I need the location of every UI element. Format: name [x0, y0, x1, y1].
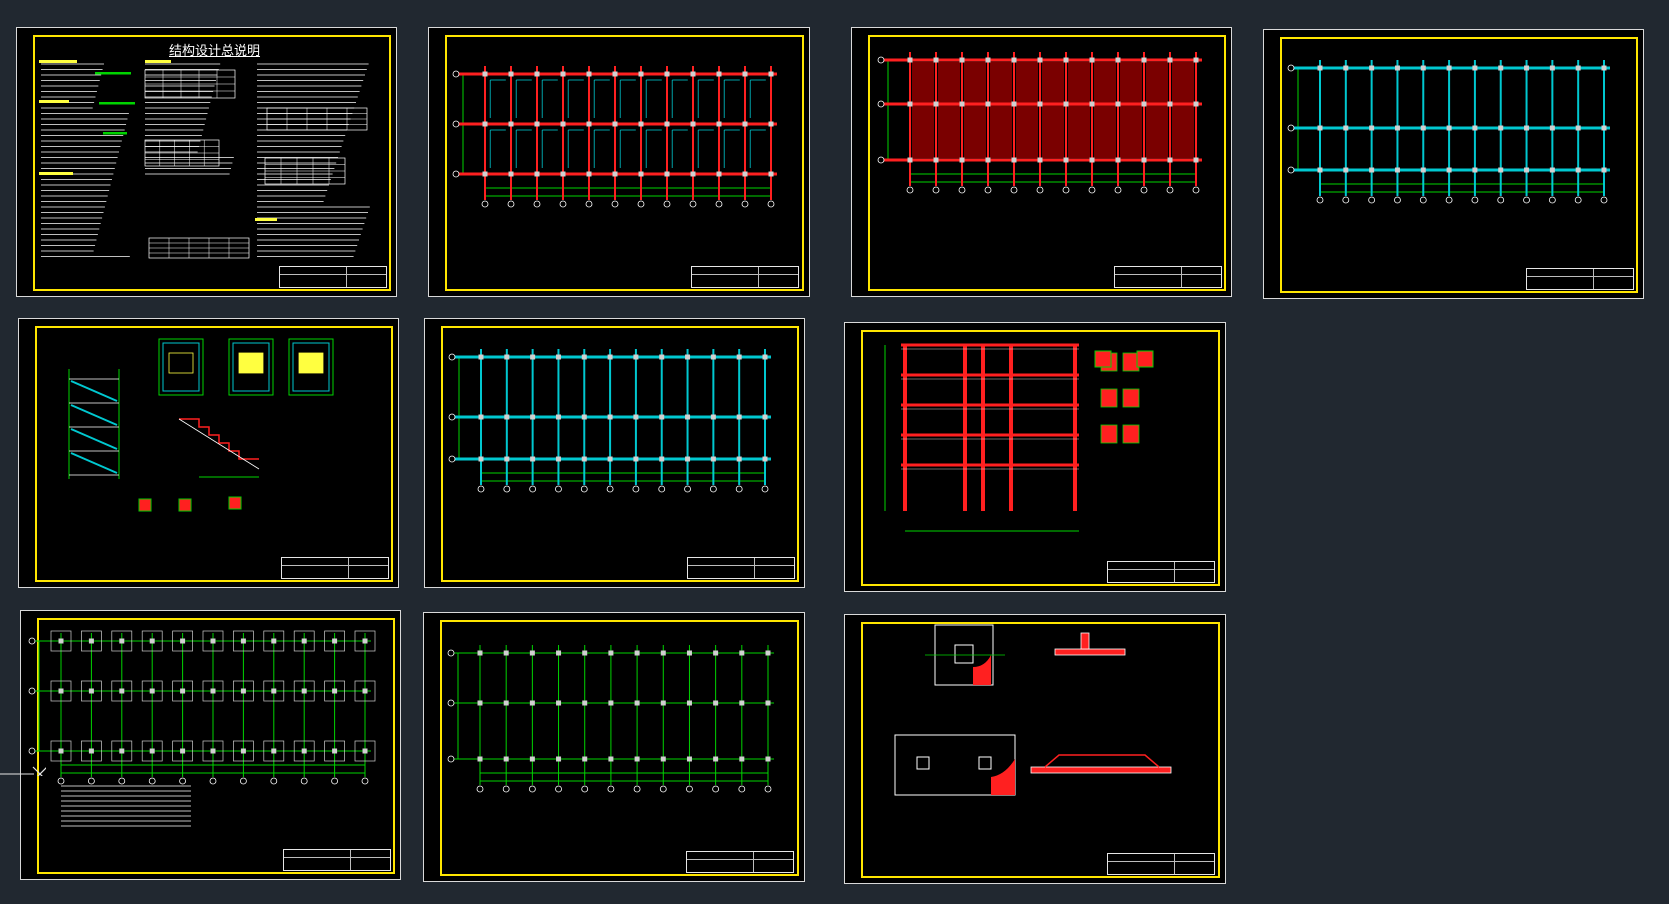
title-block — [691, 266, 799, 288]
sheet-drawing — [894, 624, 1172, 796]
drawing-sheet-3[interactable] — [851, 27, 1232, 297]
drawing-sheet-8[interactable] — [20, 610, 401, 880]
sheet-drawing — [39, 60, 370, 259]
title-block — [279, 266, 387, 288]
sheet-drawing — [1287, 60, 1610, 204]
drawing-sheet-9[interactable] — [423, 612, 805, 882]
title-block — [1526, 268, 1634, 290]
drawing-sheet-6[interactable] — [424, 318, 805, 588]
sheet-drawing — [447, 645, 774, 793]
drawing-sheet-4[interactable] — [1263, 29, 1644, 299]
drawing-sheet-7[interactable] — [844, 322, 1226, 592]
sheet-drawing — [452, 66, 777, 208]
sheet-drawing — [68, 338, 334, 512]
sheet-drawing — [877, 52, 1202, 194]
drawing-sheet-2[interactable] — [428, 27, 810, 297]
sheet-drawing — [884, 343, 1154, 532]
drawing-sheet-1[interactable]: 结构设计总说明 — [16, 27, 397, 297]
title-block — [1114, 266, 1222, 288]
title-block — [686, 851, 794, 873]
title-block — [1107, 561, 1215, 583]
sheet-drawing — [448, 349, 771, 493]
title-block — [1107, 853, 1215, 875]
title-block — [687, 557, 795, 579]
drawing-sheet-5[interactable] — [18, 318, 399, 588]
crosshair-cursor-icon — [0, 766, 46, 776]
title-block — [281, 557, 389, 579]
title-block — [283, 849, 391, 871]
sheet-drawing — [28, 630, 376, 827]
drawing-sheet-10[interactable] — [844, 614, 1226, 884]
